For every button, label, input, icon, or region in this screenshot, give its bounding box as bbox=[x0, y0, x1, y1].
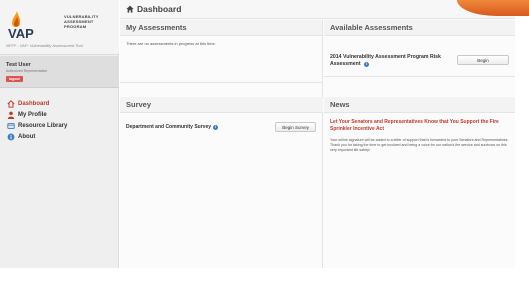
my-assessments-empty-text: There are no assessments in progress at … bbox=[126, 41, 216, 46]
news-article-body: Your online signature will be added to a… bbox=[330, 138, 509, 152]
sidebar-item-label: My Profile bbox=[18, 111, 47, 118]
logo-line-3: PROGRAM bbox=[64, 24, 87, 29]
right-column: Available Assessments 2014 Vulnerability… bbox=[324, 20, 515, 268]
divider bbox=[324, 76, 515, 77]
survey-heading: Survey bbox=[120, 97, 323, 113]
page-title: Dashboard bbox=[137, 4, 182, 14]
user-name: Test User bbox=[6, 62, 31, 68]
logo[interactable]: VAP VULNERABILITY ASSESSMENT PROGRAM NFF… bbox=[0, 0, 119, 55]
sidebar-item-dashboard[interactable]: Dashboard bbox=[0, 98, 119, 109]
survey-item: Department and Community Survey i bbox=[126, 124, 219, 130]
my-assessments-heading: My Assessments bbox=[120, 20, 322, 36]
sidebar-item-label: About bbox=[18, 133, 36, 140]
sidebar-item-resource-library[interactable]: Resource Library bbox=[0, 120, 119, 131]
page-header: Dashboard bbox=[120, 0, 515, 19]
news-heading: News bbox=[324, 97, 515, 113]
vap-logo-icon: VAP bbox=[8, 11, 34, 40]
available-assessments-heading: Available Assessments bbox=[324, 20, 515, 36]
survey-row: Department and Community Survey i Begin … bbox=[126, 121, 316, 133]
user-role: Authorized Representative bbox=[6, 69, 48, 73]
left-column: My Assessments There are no assessments … bbox=[120, 20, 323, 268]
sidebar-item-my-profile[interactable]: My Profile bbox=[0, 109, 119, 120]
available-assessment-name: 2014 Vulnerability Assessment Program Ri… bbox=[330, 54, 441, 67]
my-assessments-panel: There are no assessments in progress at … bbox=[120, 36, 322, 83]
info-icon[interactable]: i bbox=[364, 61, 370, 67]
user-icon bbox=[7, 111, 15, 119]
page-footer-space bbox=[0, 268, 529, 291]
survey-section: Survey bbox=[120, 97, 323, 113]
sidebar-item-label: Dashboard bbox=[18, 100, 50, 107]
home-icon bbox=[126, 5, 134, 13]
logo-wordmark: VULNERABILITY ASSESSMENT PROGRAM bbox=[64, 14, 99, 29]
begin-assessment-button[interactable]: Begin bbox=[457, 55, 509, 65]
logo-tagline: NFFF - VAP: Vulnerability Assessment Too… bbox=[6, 43, 83, 48]
logout-button[interactable]: logout bbox=[6, 76, 23, 82]
logo-letters: VAP bbox=[8, 26, 34, 40]
home-icon bbox=[7, 99, 15, 108]
sidebar-nav: Dashboard My Profile Resource Library Ab… bbox=[0, 98, 119, 142]
survey-item-name: Department and Community Survey bbox=[126, 124, 212, 130]
available-assessment-item: 2014 Vulnerability Assessment Program Ri… bbox=[330, 54, 450, 67]
info-icon[interactable]: i bbox=[213, 124, 219, 130]
news-article-title[interactable]: Let Your Senators and Representatives Kn… bbox=[330, 119, 510, 132]
available-assessment-row: 2014 Vulnerability Assessment Program Ri… bbox=[324, 54, 515, 67]
main-content: Dashboard My Assessments There are no as… bbox=[120, 0, 515, 268]
sidebar-item-label: Resource Library bbox=[18, 122, 68, 129]
sidebar: VAP VULNERABILITY ASSESSMENT PROGRAM NFF… bbox=[0, 0, 119, 268]
app-window: VAP VULNERABILITY ASSESSMENT PROGRAM NFF… bbox=[0, 0, 529, 291]
book-icon bbox=[7, 122, 15, 130]
begin-survey-button[interactable]: Begin Survey bbox=[275, 122, 316, 132]
sidebar-item-about[interactable]: About bbox=[0, 131, 119, 142]
news-section: News bbox=[324, 97, 515, 113]
user-panel: Test User Authorized Representative logo… bbox=[0, 56, 119, 88]
info-icon bbox=[7, 133, 15, 141]
